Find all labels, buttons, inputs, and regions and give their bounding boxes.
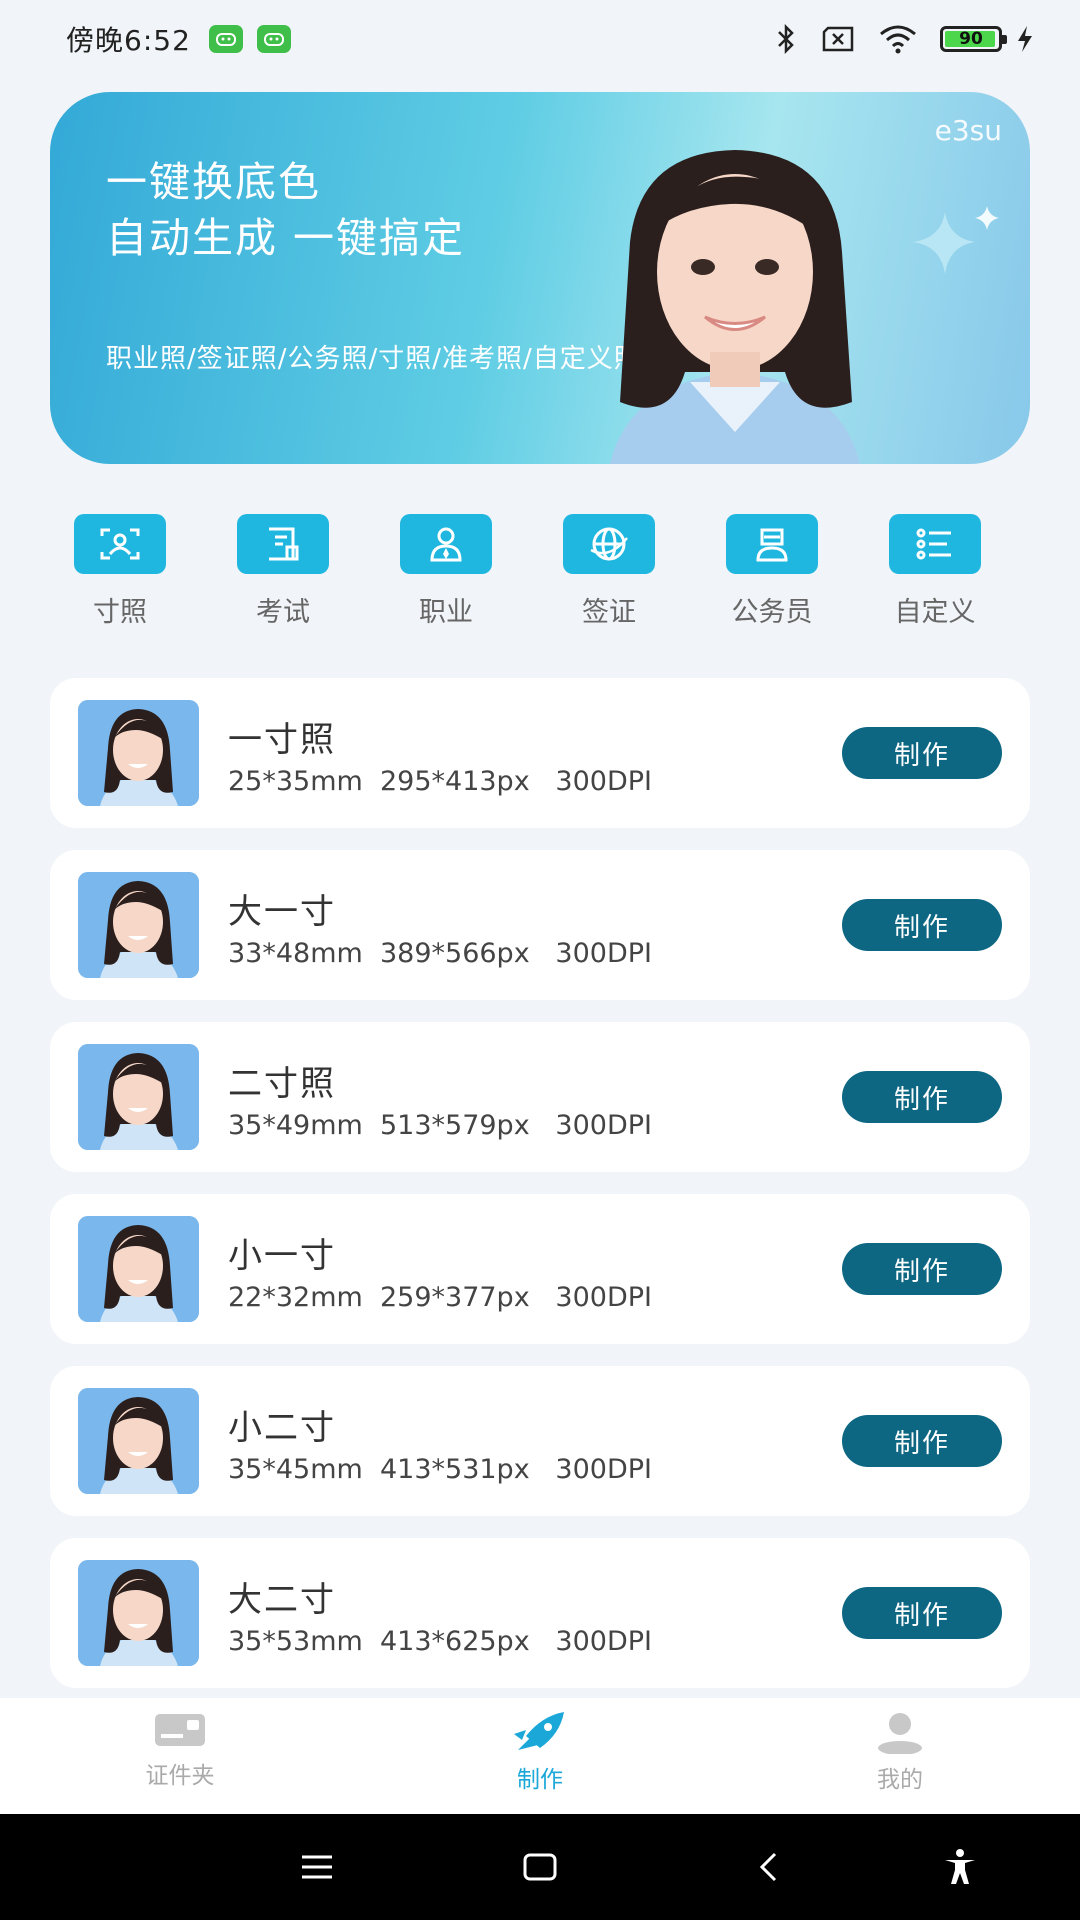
make-rocket-icon — [514, 1712, 564, 1750]
home-icon[interactable] — [520, 1847, 560, 1887]
size-card-xiaoercun[interactable]: 小二寸 35*45mm 413*531px 300DPI 制作 — [50, 1366, 1030, 1516]
charging-icon — [1016, 25, 1034, 53]
size-title: 小一寸 — [228, 1236, 336, 1276]
category-professional[interactable]: 职业 — [376, 514, 516, 629]
banner-headline-line1: 一键换底色 — [106, 158, 321, 206]
size-card-dayicun[interactable]: 大一寸 33*48mm 389*566px 300DPI 制作 — [50, 850, 1030, 1000]
category-label: 考试 — [256, 597, 310, 628]
make-button[interactable]: 制作 — [842, 1415, 1002, 1467]
make-button[interactable]: 制作 — [842, 899, 1002, 951]
size-specs: 35*45mm 413*531px 300DPI — [228, 1454, 652, 1485]
bottom-tab-bar: 证件夹 制作 我的 — [0, 1698, 1080, 1814]
globe-icon — [563, 514, 655, 574]
battery-icon: 90 — [940, 26, 1007, 52]
size-card-daercun[interactable]: 大二寸 35*53mm 413*625px 300DPI 制作 — [50, 1538, 1030, 1688]
make-button[interactable]: 制作 — [842, 727, 1002, 779]
banner-headline-line2: 自动生成 一键搞定 — [106, 214, 466, 262]
category-shortcuts: 寸照 考试 职业 签证 公务员 自定义 — [50, 514, 1030, 628]
exam-doc-icon — [237, 514, 329, 574]
size-specs: 35*53mm 413*625px 300DPI — [228, 1626, 652, 1657]
make-button[interactable]: 制作 — [842, 1587, 1002, 1639]
tab-label: 证件夹 — [145, 1763, 215, 1789]
size-card-xiaoyicun[interactable]: 小一寸 22*32mm 259*377px 300DPI 制作 — [50, 1194, 1030, 1344]
tab-make[interactable]: 制作 — [440, 1710, 640, 1794]
category-label: 自定义 — [894, 597, 976, 628]
tab-label: 制作 — [517, 1767, 563, 1793]
category-label: 寸照 — [93, 597, 147, 628]
make-button[interactable]: 制作 — [842, 1243, 1002, 1295]
size-title: 二寸照 — [228, 1064, 336, 1104]
category-label: 职业 — [419, 597, 473, 628]
professional-person-icon — [400, 514, 492, 574]
size-title: 大一寸 — [228, 892, 336, 932]
size-specs: 25*35mm 295*413px 300DPI — [228, 766, 652, 797]
size-card-ercun[interactable]: 二寸照 35*49mm 513*579px 300DPI 制作 — [50, 1022, 1030, 1172]
size-specs: 35*49mm 513*579px 300DPI — [228, 1110, 652, 1141]
sample-portrait-image — [78, 1388, 199, 1494]
model-portrait-image — [610, 150, 860, 464]
tab-mine[interactable]: 我的 — [800, 1710, 1000, 1794]
id-card-icon — [155, 1714, 205, 1746]
sparkle-icon — [913, 206, 999, 274]
category-civil-servant[interactable]: 公务员 — [702, 514, 842, 629]
status-bar: 傍晚6:52 90 — [0, 0, 1080, 78]
category-custom[interactable]: 自定义 — [865, 514, 1005, 629]
size-specs: 33*48mm 389*566px 300DPI — [228, 938, 652, 969]
category-cun-zhao[interactable]: 寸照 — [50, 514, 190, 629]
category-visa[interactable]: 签证 — [539, 514, 679, 629]
category-exam[interactable]: 考试 — [213, 514, 353, 629]
sample-portrait-image — [78, 700, 199, 806]
size-title: 一寸照 — [228, 720, 336, 760]
portrait-frame-icon — [74, 514, 166, 574]
accessibility-icon[interactable] — [940, 1847, 980, 1887]
sample-portrait-image — [78, 1044, 199, 1150]
custom-list-icon — [889, 514, 981, 574]
notification-app-icon — [208, 25, 243, 53]
size-title: 大二寸 — [228, 1580, 336, 1620]
battery-level: 90 — [959, 29, 983, 49]
category-label: 签证 — [582, 597, 636, 628]
size-title: 小二寸 — [228, 1408, 336, 1448]
promo-banner[interactable]: e3su 一键换底色 自动生成 一键搞定 职业照/签证照/公务照/寸照/准考照/… — [50, 92, 1030, 464]
tab-id-folder[interactable]: 证件夹 — [80, 1710, 280, 1790]
back-icon[interactable] — [748, 1847, 788, 1887]
banner-watermark: e3su — [934, 114, 1002, 147]
banner-headline: 一键换底色 自动生成 一键搞定 — [106, 154, 465, 266]
menu-icon[interactable] — [297, 1847, 337, 1887]
size-specs: 22*32mm 259*377px 300DPI — [228, 1282, 652, 1313]
civil-servant-icon — [726, 514, 818, 574]
make-button[interactable]: 制作 — [842, 1071, 1002, 1123]
no-sim-icon — [820, 26, 856, 52]
system-nav-bar — [0, 1814, 1080, 1920]
notification-app-icon — [256, 25, 291, 53]
size-card-yicun[interactable]: 一寸照 25*35mm 295*413px 300DPI 制作 — [50, 678, 1030, 828]
wifi-icon — [878, 24, 918, 54]
status-time: 傍晚6:52 — [66, 24, 191, 57]
sample-portrait-image — [78, 1216, 199, 1322]
sample-portrait-image — [78, 1560, 199, 1666]
user-icon — [878, 1713, 922, 1754]
category-label: 公务员 — [731, 597, 813, 628]
sample-portrait-image — [78, 872, 199, 978]
bluetooth-icon — [774, 24, 798, 54]
tab-label: 我的 — [877, 1767, 923, 1793]
